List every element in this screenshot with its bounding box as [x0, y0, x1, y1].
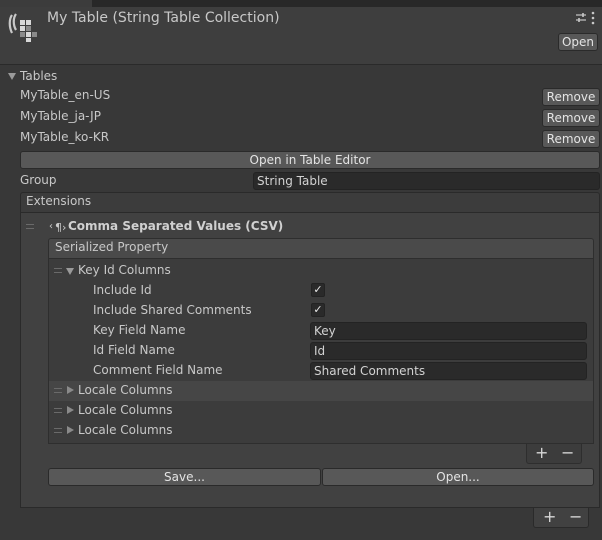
kebab-menu-icon[interactable] [591, 11, 595, 25]
csv-extension-title[interactable]: Comma Separated Values (CSV) [68, 219, 283, 233]
table-item-name: MyTable_ja-JP [20, 109, 101, 123]
remove-item-button[interactable]: − [561, 443, 574, 462]
tables-section-label[interactable]: Tables [20, 69, 57, 83]
drag-handle-icon[interactable] [54, 428, 62, 433]
extensions-header[interactable] [20, 192, 600, 212]
include-id-checkbox[interactable]: ✓ [311, 283, 325, 297]
drag-handle-icon[interactable] [54, 268, 62, 273]
table-collection-icon [7, 11, 39, 43]
include-shared-comments-checkbox[interactable]: ✓ [311, 303, 325, 317]
comment-field-name-label: Comment Field Name [93, 363, 223, 377]
sliders-icon[interactable] [575, 12, 587, 23]
id-field-name-input[interactable]: Id [310, 342, 587, 360]
locale-columns-foldout-arrow[interactable] [67, 406, 74, 414]
drag-handle-icon[interactable] [54, 388, 62, 393]
key-id-columns-label[interactable]: Key Id Columns [78, 263, 171, 277]
locale-columns-foldout-arrow[interactable] [67, 426, 74, 434]
comment-field-name-input[interactable]: Shared Comments [310, 362, 587, 380]
tables-foldout-arrow[interactable] [8, 73, 16, 80]
include-id-label: Include Id [93, 283, 152, 297]
table-item-name: MyTable_ko-KR [20, 130, 110, 144]
remove-table-button[interactable]: Remove [542, 88, 600, 106]
drag-handle-icon[interactable] [26, 224, 34, 229]
locale-columns-foldout-arrow[interactable] [67, 386, 74, 394]
group-label: Group [20, 173, 57, 187]
locale-columns-label[interactable]: Locale Columns [78, 423, 173, 437]
include-shared-comments-label: Include Shared Comments [93, 303, 252, 317]
csv-script-icon: ¶› [55, 221, 67, 234]
table-item-name: MyTable_en-US [20, 88, 111, 102]
locale-columns-label[interactable]: Locale Columns [78, 383, 173, 397]
inspector-tab[interactable] [0, 0, 92, 7]
key-field-name-label: Key Field Name [93, 323, 186, 337]
open-in-table-editor-button[interactable]: Open in Table Editor [20, 151, 600, 169]
remove-table-button[interactable]: Remove [542, 109, 600, 127]
key-id-columns-foldout-arrow[interactable] [66, 268, 74, 275]
add-item-button[interactable]: + [535, 443, 548, 462]
serialized-property-label: Serialized Property [55, 240, 169, 254]
locale-columns-label[interactable]: Locale Columns [78, 403, 173, 417]
remove-extension-button[interactable]: − [569, 507, 582, 526]
header-title: My Table (String Table Collection) [47, 10, 280, 26]
extensions-label: Extensions [26, 194, 92, 208]
key-field-name-input[interactable]: Key [310, 322, 587, 340]
header-open-button[interactable]: Open [558, 33, 598, 51]
csv-foldout-arrow[interactable]: ‹ [49, 221, 53, 232]
group-field[interactable]: String Table [253, 172, 600, 190]
remove-table-button[interactable]: Remove [542, 130, 600, 148]
open-csv-button[interactable]: Open... [322, 468, 594, 486]
save-csv-button[interactable]: Save... [48, 468, 321, 486]
drag-handle-icon[interactable] [54, 408, 62, 413]
id-field-name-label: Id Field Name [93, 343, 175, 357]
add-extension-button[interactable]: + [543, 507, 556, 526]
